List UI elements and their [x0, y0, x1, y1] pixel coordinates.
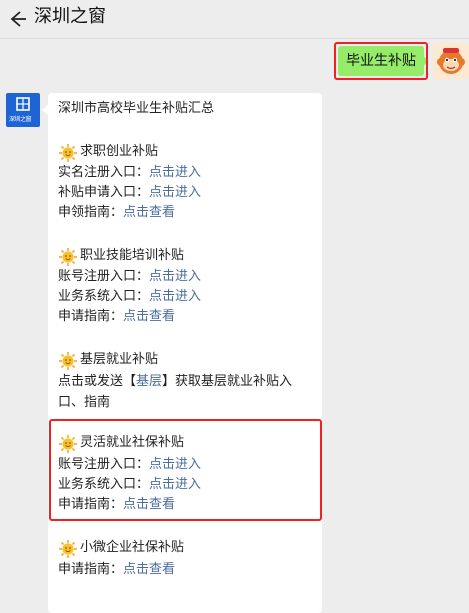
line-label: 账号注册入口：	[58, 269, 150, 284]
section-highlight-box	[49, 419, 322, 521]
section-title-grassroots: 基层就业补贴	[58, 350, 158, 370]
back-arrow-icon[interactable]	[6, 8, 28, 30]
instruction-text: 】获取基层就业补贴入	[162, 374, 293, 389]
line-label: 申请指南：	[58, 309, 124, 324]
line-label: 业务系统入口：	[58, 289, 150, 304]
section-title-text: 求职创业补贴	[80, 144, 159, 159]
section-title-small-business: 小微企业社保补贴	[58, 538, 184, 558]
list-item: 申请指南：点击查看	[58, 561, 175, 579]
bot-avatar[interactable]: 深圳之窗	[6, 93, 40, 127]
instruction-text: 点击或发送【	[58, 374, 137, 389]
bot-avatar-label: 深圳之窗	[9, 116, 32, 123]
list-item: 申领指南：点击查看	[58, 204, 175, 222]
sun-emoji-icon	[59, 352, 77, 370]
section-title-text: 职业技能培训补贴	[80, 248, 185, 263]
section-title-skill-training: 职业技能培训补贴	[58, 246, 184, 266]
line-label: 补贴申请入口：	[58, 185, 150, 200]
line-label: 申请指南：	[58, 562, 124, 577]
message-heading: 深圳市高校毕业生补贴汇总	[58, 101, 215, 116]
guide-link[interactable]: 点击查看	[123, 205, 175, 220]
section-title-text: 基层就业补贴	[80, 352, 159, 367]
list-item: 口、指南	[58, 395, 111, 410]
sun-emoji-icon	[59, 144, 77, 162]
section-title-text: 小微企业社保补贴	[80, 540, 185, 555]
section-title-job-seeking: 求职创业补贴	[58, 142, 158, 162]
user-avatar[interactable]	[433, 43, 469, 79]
register-link[interactable]: 点击进入	[149, 269, 201, 284]
monkey-avatar-icon	[433, 43, 469, 79]
list-item: 申请指南：点击查看	[58, 308, 175, 326]
line-label: 申领指南：	[58, 205, 124, 220]
system-link[interactable]: 点击进入	[149, 289, 201, 304]
register-link[interactable]: 点击进入	[149, 165, 201, 180]
guide-link[interactable]: 点击查看	[123, 562, 175, 577]
sent-message-highlight-box	[334, 42, 428, 80]
guide-link[interactable]: 点击查看	[123, 309, 175, 324]
list-item: 业务系统入口：点击进入	[58, 288, 201, 306]
apply-link[interactable]: 点击进入	[149, 185, 201, 200]
sun-emoji-icon	[59, 248, 77, 266]
list-item: 点击或发送【基层】获取基层就业补贴入	[58, 373, 292, 391]
chat-title: 深圳之窗	[34, 6, 106, 27]
line-label: 实名注册入口：	[58, 165, 150, 180]
list-item: 补贴申请入口：点击进入	[58, 184, 201, 202]
top-bar: 深圳之窗	[0, 0, 469, 39]
sun-emoji-icon	[59, 540, 77, 558]
list-item: 账号注册入口：点击进入	[58, 268, 201, 286]
list-item: 实名注册入口：点击进入	[58, 164, 201, 182]
keyword-link[interactable]: 基层	[136, 374, 162, 389]
